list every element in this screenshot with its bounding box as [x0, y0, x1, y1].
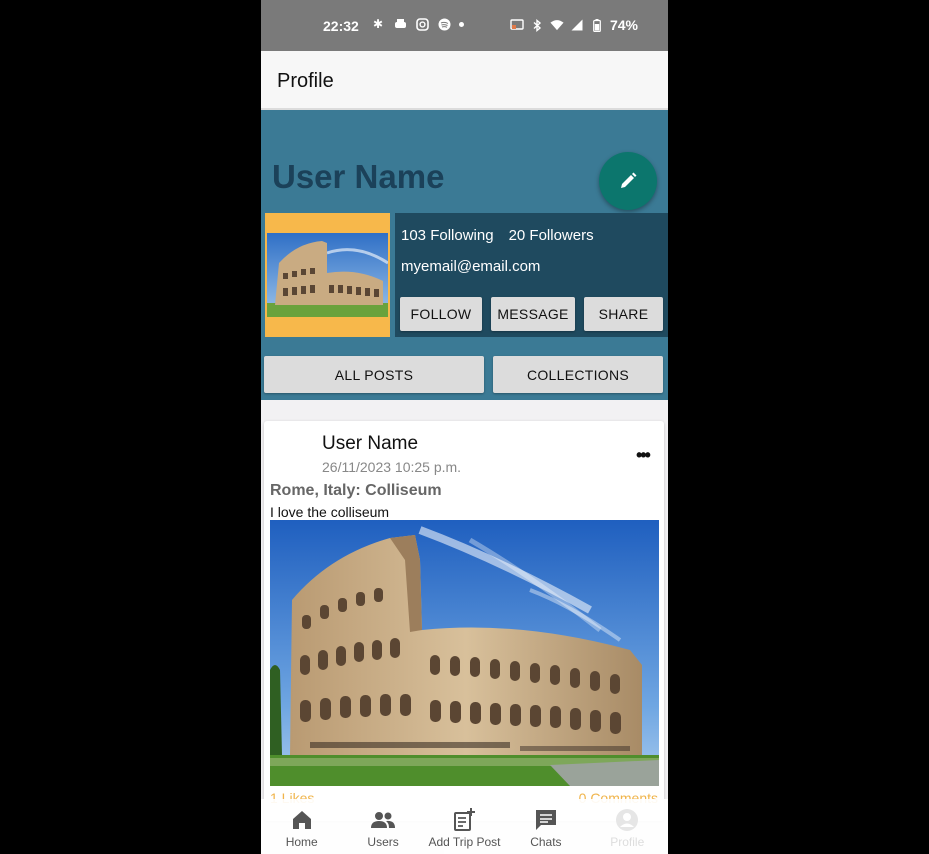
- add-post-icon: [454, 808, 476, 831]
- wifi-icon: [550, 18, 564, 32]
- nav-item-add-trip-post[interactable]: Add Trip Post: [424, 799, 505, 854]
- battery-icon: [590, 18, 604, 32]
- dot-icon: [459, 22, 464, 27]
- nav-label-chats: Chats: [530, 835, 562, 849]
- nav-item-profile[interactable]: Profile: [587, 799, 668, 854]
- signal-icon: [570, 18, 584, 32]
- more-horizontal-icon[interactable]: •••: [636, 445, 651, 466]
- status-time: 22:32: [323, 18, 359, 34]
- follow-button[interactable]: FOLLOW: [400, 297, 482, 331]
- page-title: Profile: [277, 70, 334, 92]
- post-title: Rome, Italy: Colliseum: [270, 482, 442, 499]
- profile-icon: [616, 809, 639, 831]
- post-author[interactable]: User Name: [322, 433, 418, 455]
- instagram-icon: [415, 17, 429, 31]
- post-card[interactable]: User Name 26/11/2023 10:25 p.m. ••• Rome…: [264, 421, 664, 821]
- home-indicator: [444, 850, 450, 854]
- battery-percent: 74%: [609, 17, 638, 33]
- printer-icon: [393, 17, 407, 31]
- follow-stats: 103 Following 20 Followers: [401, 227, 594, 244]
- chat-icon: [535, 810, 556, 830]
- phone-screen: 22:32 ✱ 74% Profile User Name 103 Follow…: [261, 0, 668, 854]
- profile-header: User Name 103 Following 20 Followers mye…: [261, 110, 668, 400]
- avatar-image: [267, 233, 388, 317]
- tab-all-posts[interactable]: ALL POSTS: [264, 356, 484, 393]
- app-bar: Profile: [261, 51, 668, 110]
- profile-email: myemail@email.com: [401, 258, 541, 275]
- users-icon: [371, 812, 396, 828]
- tab-collections[interactable]: COLLECTIONS: [493, 356, 663, 393]
- nav-item-chats[interactable]: Chats: [505, 799, 586, 854]
- nav-label-profile: Profile: [610, 835, 645, 849]
- nav-label-add-trip-post: Add Trip Post: [428, 835, 501, 849]
- nav-item-home[interactable]: Home: [261, 799, 342, 854]
- avatar[interactable]: [265, 213, 390, 337]
- message-button[interactable]: MESSAGE: [491, 297, 575, 331]
- pencil-icon: [621, 172, 637, 188]
- followers-count[interactable]: 20 Followers: [509, 227, 594, 244]
- post-image[interactable]: [270, 520, 659, 786]
- home-icon: [292, 811, 311, 829]
- nav-label-home: Home: [285, 835, 318, 849]
- bottom-nav: Home Users Add Trip Post Chats Profile: [261, 799, 668, 854]
- cast-icon: [510, 18, 524, 32]
- spotify-icon: [437, 17, 451, 31]
- notification-icons: ✱: [371, 17, 464, 31]
- post-caption: I love the colliseum: [270, 504, 390, 520]
- nav-item-users[interactable]: Users: [342, 799, 423, 854]
- bluetooth-icon: [530, 18, 544, 32]
- nav-label-users: Users: [367, 835, 399, 849]
- status-bar: 22:32 ✱ 74%: [261, 0, 668, 51]
- system-icons: 74%: [510, 17, 638, 33]
- slack-icon: ✱: [372, 17, 384, 31]
- profile-info-panel: 103 Following 20 Followers myemail@email…: [395, 213, 668, 337]
- post-date: 26/11/2023 10:25 p.m.: [322, 459, 462, 475]
- edit-profile-button[interactable]: [599, 152, 657, 210]
- profile-user-name: User Name: [272, 158, 445, 195]
- following-count[interactable]: 103 Following: [401, 227, 494, 244]
- share-button[interactable]: SHARE: [584, 297, 663, 331]
